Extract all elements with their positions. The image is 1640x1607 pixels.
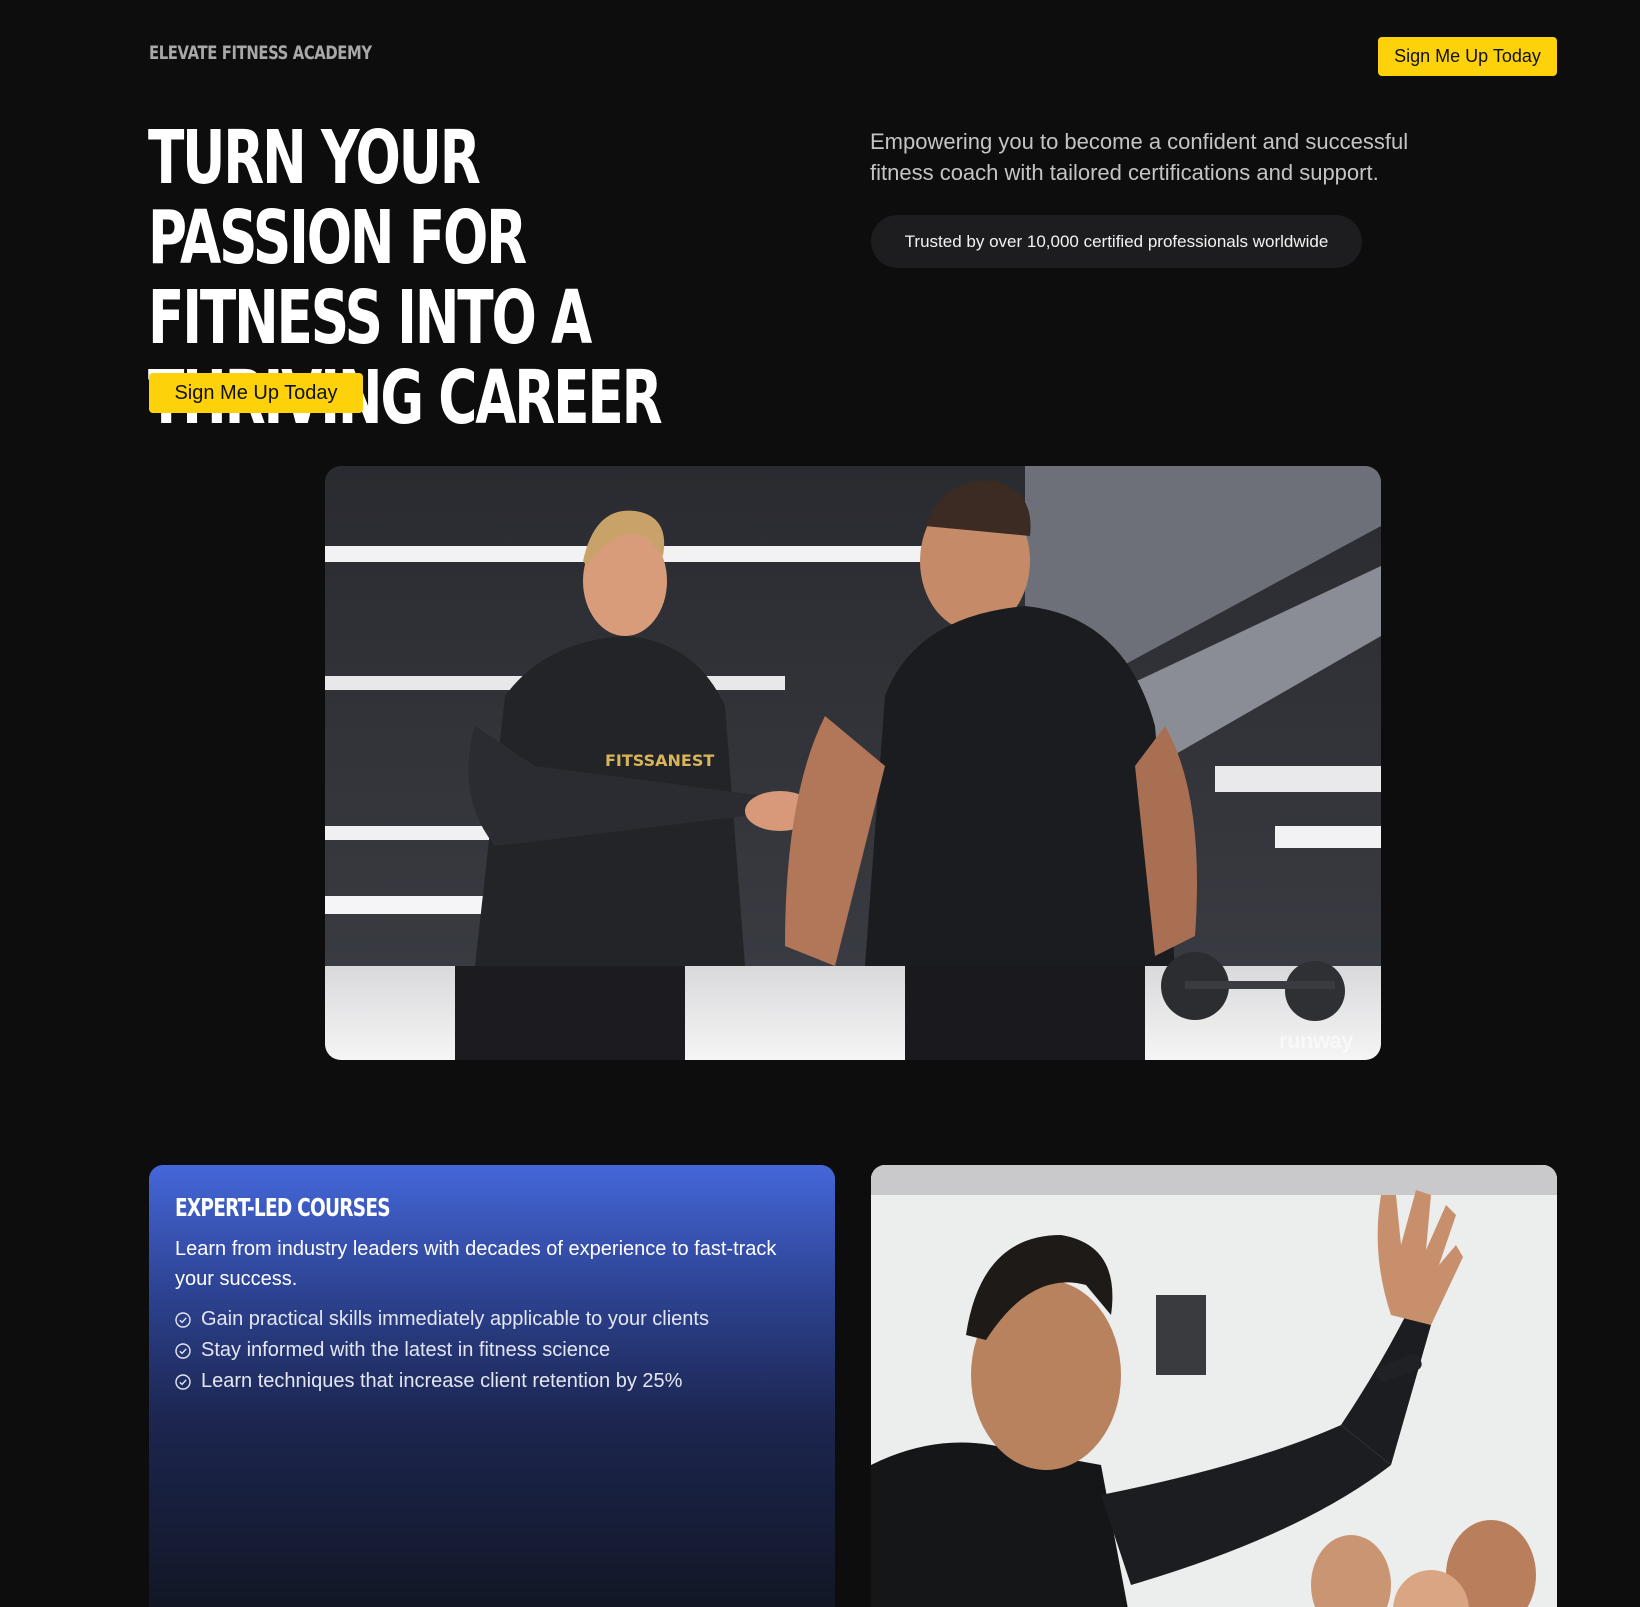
trust-badge: Trusted by over 10,000 certified profess… bbox=[871, 215, 1362, 268]
feature-list-item: Gain practical skills immediately applic… bbox=[175, 1304, 809, 1335]
feature-list-item: Stay informed with the latest in fitness… bbox=[175, 1335, 809, 1366]
check-circle-icon bbox=[175, 1311, 191, 1328]
check-circle-icon bbox=[175, 1342, 191, 1359]
feature-card: EXPERT-LED COURSES Learn from industry l… bbox=[149, 1165, 835, 1607]
gym-scene-illustration: FITSSANEST bbox=[325, 466, 1381, 1060]
instructor-illustration bbox=[871, 1165, 1557, 1607]
feature-item-label: Learn techniques that increase client re… bbox=[201, 1370, 683, 1392]
hero-description: Empowering you to become a confident and… bbox=[870, 129, 1409, 185]
landing-page: ELEVATE FITNESS ACADEMY Sign Me Up Today… bbox=[0, 0, 1640, 1607]
feature-item-label: Stay informed with the latest in fitness… bbox=[201, 1339, 611, 1361]
header-signup-button[interactable]: Sign Me Up Today bbox=[1378, 37, 1557, 76]
feature-title: EXPERT-LED COURSES bbox=[175, 1193, 391, 1222]
hero-signup-button[interactable]: Sign Me Up Today bbox=[149, 373, 363, 413]
watermark-text: runway bbox=[1278, 1028, 1354, 1053]
feature-list: Gain practical skills immediately applic… bbox=[175, 1304, 809, 1397]
hero-image: FITSSANEST runway bbox=[325, 466, 1381, 1060]
brand-logo[interactable]: ELEVATE FITNESS ACADEMY bbox=[149, 42, 372, 64]
feature-description: Learn from industry leaders with decades… bbox=[175, 1238, 777, 1290]
svg-text:FITSSANEST: FITSSANEST bbox=[605, 751, 714, 770]
instructor-image bbox=[871, 1165, 1557, 1607]
check-circle-icon bbox=[175, 1373, 191, 1390]
feature-list-item: Learn techniques that increase client re… bbox=[175, 1366, 809, 1397]
feature-item-label: Gain practical skills immediately applic… bbox=[201, 1308, 709, 1330]
